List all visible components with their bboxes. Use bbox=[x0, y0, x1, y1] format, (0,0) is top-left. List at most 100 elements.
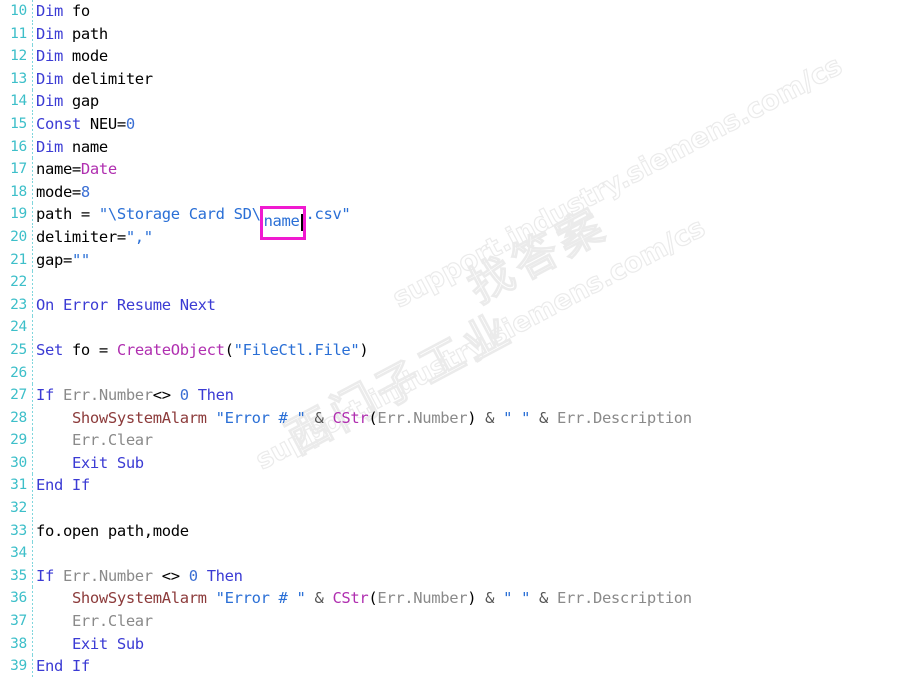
code-token: On Error Resume Next bbox=[36, 295, 216, 314]
code-token: Err.Description bbox=[557, 408, 692, 427]
code-line[interactable]: 10 Dim fo bbox=[0, 0, 907, 23]
code-token: "FileCtl.File" bbox=[233, 340, 360, 359]
code-line[interactable]: 19 path = "\Storage Card SD\ name .csv" bbox=[0, 203, 907, 241]
code-token: Dim bbox=[36, 47, 63, 66]
code-token: ) bbox=[467, 408, 477, 427]
code-text[interactable]: End If bbox=[36, 655, 90, 678]
code-text[interactable]: delimiter="," bbox=[36, 226, 153, 249]
gutter-divider bbox=[29, 0, 36, 23]
line-number: 17 bbox=[10, 161, 27, 178]
code-text[interactable] bbox=[36, 362, 45, 385]
code-text[interactable]: Dim gap bbox=[36, 90, 99, 113]
code-text[interactable]: Dim mode bbox=[36, 45, 108, 68]
code-line[interactable]: 17 name=Date bbox=[0, 158, 907, 181]
code-line[interactable]: 35 If Err.Number <> 0 Then bbox=[0, 564, 907, 588]
gutter-divider bbox=[29, 158, 36, 181]
code-text[interactable] bbox=[36, 316, 45, 339]
line-number: 11 bbox=[10, 25, 27, 42]
code-token: ) bbox=[359, 340, 369, 359]
code-token: mode= bbox=[36, 182, 81, 201]
code-line[interactable]: 31 End If bbox=[0, 474, 907, 498]
code-line[interactable]: 38 Exit Sub bbox=[0, 632, 907, 656]
code-text[interactable]: Dim delimiter bbox=[36, 68, 153, 91]
code-line[interactable]: 34 bbox=[0, 542, 907, 565]
code-line[interactable]: 20 delimiter="," bbox=[0, 225, 907, 249]
code-text[interactable]: If Err.Number <> 0 Then bbox=[36, 565, 243, 588]
code-text[interactable]: Exit Sub bbox=[36, 452, 144, 475]
code-token: 0 bbox=[179, 386, 189, 405]
gutter-divider bbox=[29, 384, 36, 407]
code-text[interactable]: Const NEU=0 bbox=[36, 113, 135, 136]
code-text[interactable]: mode=8 bbox=[36, 181, 90, 204]
line-number: 10 bbox=[10, 3, 27, 19]
code-text[interactable]: End If bbox=[36, 474, 90, 497]
code-line[interactable]: 36 ShowSystemAlarm "Error # " & CStr(Err… bbox=[0, 587, 907, 611]
code-token: End If bbox=[36, 476, 90, 495]
code-line[interactable]: 12 Dim mode bbox=[0, 45, 907, 68]
code-token: gap bbox=[62, 92, 99, 111]
code-text[interactable]: Err.Clear bbox=[36, 610, 153, 633]
code-line[interactable]: 28 ShowSystemAlarm "Error # " & CStr(Err… bbox=[0, 406, 907, 430]
code-line[interactable]: 22 bbox=[0, 271, 907, 294]
code-text[interactable]: gap="" bbox=[36, 249, 90, 272]
code-text[interactable]: Exit Sub bbox=[36, 633, 144, 656]
code-token: delimiter= bbox=[36, 227, 126, 246]
code-line[interactable]: 33 fo.open path,mode bbox=[0, 519, 907, 543]
code-text[interactable]: Err.Clear bbox=[36, 429, 153, 452]
code-line[interactable]: 39 End If bbox=[0, 655, 907, 678]
code-token: Err.Number bbox=[377, 589, 468, 608]
code-token: If bbox=[36, 386, 54, 405]
gutter-divider bbox=[29, 22, 36, 46]
code-line[interactable]: 13 Dim delimiter bbox=[0, 67, 907, 91]
code-line[interactable]: 37 Err.Clear bbox=[0, 610, 907, 633]
code-token: Exit Sub bbox=[71, 634, 144, 653]
gutter-divider bbox=[29, 632, 36, 656]
line-number: 28 bbox=[10, 409, 27, 426]
code-editor[interactable]: 10 Dim fo 11 Dim path 12 Dim mode 13 Dim delimi… bbox=[0, 0, 907, 678]
code-token: fo.open path,mode bbox=[36, 521, 189, 540]
code-text[interactable] bbox=[36, 542, 45, 565]
code-text[interactable]: On Error Resume Next bbox=[36, 294, 216, 317]
code-text[interactable] bbox=[36, 497, 45, 520]
gutter-divider bbox=[29, 429, 36, 452]
code-line[interactable]: 23 On Error Resume Next bbox=[0, 293, 907, 317]
code-line[interactable]: 29 Err.Clear bbox=[0, 429, 907, 452]
code-text[interactable]: ShowSystemAlarm "Error # " & CStr(Err.Nu… bbox=[36, 587, 692, 610]
line-number: 34 bbox=[10, 545, 27, 562]
code-token: Date bbox=[80, 160, 117, 179]
code-line[interactable]: 27 If Err.Number<> 0 Then bbox=[0, 384, 907, 407]
code-line[interactable]: 16 Dim name bbox=[0, 135, 907, 159]
code-line[interactable]: 15 Const NEU=0 bbox=[0, 112, 907, 136]
code-text[interactable] bbox=[36, 271, 45, 294]
code-line[interactable]: 18 mode=8 bbox=[0, 180, 907, 204]
line-number: 38 bbox=[10, 635, 27, 652]
selection-highlight-box[interactable]: name bbox=[259, 206, 306, 241]
line-number: 23 bbox=[10, 296, 27, 313]
code-line[interactable]: 32 bbox=[0, 497, 907, 520]
code-text[interactable]: If Err.Number<> 0 Then bbox=[36, 384, 234, 407]
code-line[interactable]: 25 Set fo = CreateObject("FileCtl.File") bbox=[0, 338, 907, 362]
code-token: 0 bbox=[125, 114, 135, 133]
gutter-divider bbox=[29, 542, 36, 565]
code-line[interactable]: 14 Dim gap bbox=[0, 90, 907, 113]
code-text[interactable]: fo.open path,mode bbox=[36, 520, 189, 543]
code-text[interactable]: Dim name bbox=[36, 136, 108, 159]
code-text[interactable]: ShowSystemAlarm "Error # " & CStr(Err.Nu… bbox=[36, 407, 692, 430]
code-line[interactable]: 24 bbox=[0, 316, 907, 339]
code-line[interactable]: 21 gap="" bbox=[0, 248, 907, 272]
code-text[interactable]: Dim fo bbox=[36, 0, 90, 23]
code-line[interactable]: 11 Dim path bbox=[0, 22, 907, 46]
code-text[interactable]: name=Date bbox=[36, 158, 117, 181]
gutter-divider bbox=[29, 180, 36, 204]
code-line[interactable]: 30 Exit Sub bbox=[0, 451, 907, 475]
code-text[interactable]: Set fo = CreateObject("FileCtl.File") bbox=[36, 339, 369, 362]
code-text[interactable]: Dim path bbox=[36, 23, 108, 46]
code-line[interactable]: 26 bbox=[0, 361, 907, 385]
code-token: ( bbox=[224, 340, 234, 359]
